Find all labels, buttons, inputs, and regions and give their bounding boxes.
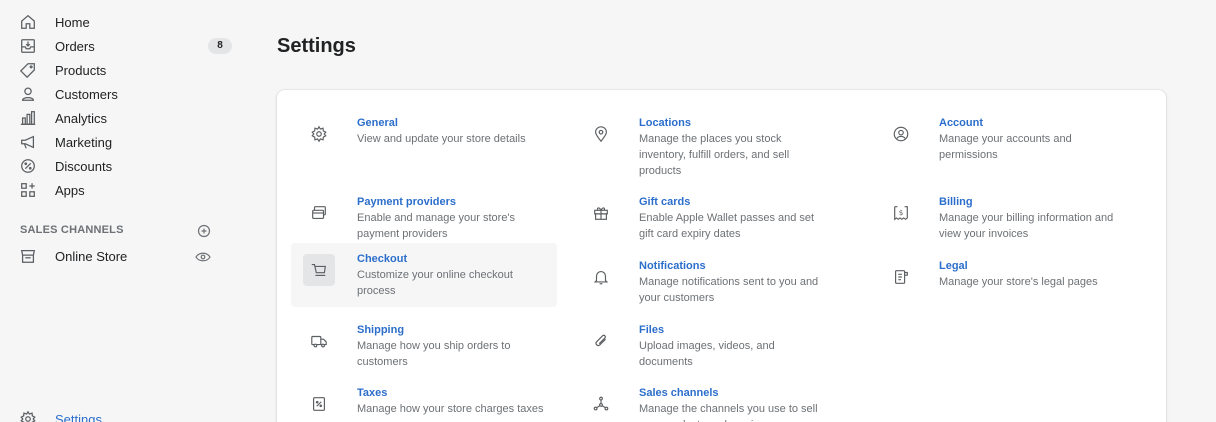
setting-sales-channels[interactable]: Sales channels Manage the channels you u… xyxy=(573,377,839,422)
sidebar-item-home[interactable]: Home xyxy=(18,10,228,34)
discount-icon xyxy=(18,156,38,176)
sidebar-item-apps[interactable]: Apps xyxy=(18,178,228,202)
location-pin-icon xyxy=(585,118,617,150)
analytics-icon xyxy=(18,108,38,128)
setting-description: Manage notifications sent to you and you… xyxy=(639,276,819,304)
sidebar-item-settings[interactable]: Settings xyxy=(18,407,228,422)
gear-icon xyxy=(303,118,335,150)
sidebar: Home Orders 8 Products Customers Analyti… xyxy=(0,0,232,422)
setting-billing[interactable]: $ Billing Manage your billing informatio… xyxy=(873,186,1139,250)
setting-description: Manage your billing information and view… xyxy=(939,212,1114,240)
home-icon xyxy=(18,12,38,32)
setting-checkout[interactable]: Checkout Customize your online checkout … xyxy=(291,243,557,307)
setting-title: Gift cards xyxy=(639,196,691,208)
sidebar-item-orders[interactable]: Orders 8 xyxy=(18,34,232,58)
gift-icon xyxy=(585,197,617,229)
tax-percent-icon xyxy=(303,388,335,420)
page-title: Settings xyxy=(277,35,356,57)
sidebar-item-label: Apps xyxy=(55,182,85,198)
setting-description: Upload images, videos, and documents xyxy=(639,340,775,368)
setting-title: General xyxy=(357,117,398,129)
setting-taxes[interactable]: Taxes Manage how your store charges taxe… xyxy=(291,377,557,422)
setting-locations[interactable]: Locations Manage the places you stock in… xyxy=(573,107,839,177)
bell-icon xyxy=(585,261,617,293)
setting-description: Manage your accounts and permissions xyxy=(939,133,1072,161)
setting-description: Enable and manage your store's payment p… xyxy=(357,212,516,240)
store-icon xyxy=(18,246,38,266)
sales-channels-icon xyxy=(585,388,617,420)
view-online-store-eye-icon[interactable] xyxy=(195,250,211,262)
setting-description: View and update your store details xyxy=(357,133,526,145)
setting-legal[interactable]: Legal Manage your store's legal pages xyxy=(873,250,1139,314)
setting-description: Manage the places you stock inventory, f… xyxy=(639,133,790,177)
setting-gift-cards[interactable]: Gift cards Enable Apple Wallet passes an… xyxy=(573,186,839,250)
sidebar-item-label: Discounts xyxy=(55,158,113,174)
sidebar-item-analytics[interactable]: Analytics xyxy=(18,106,228,130)
sidebar-item-label: Orders xyxy=(55,38,95,54)
sidebar-item-label: Settings xyxy=(55,411,102,422)
sidebar-item-marketing[interactable]: Marketing xyxy=(18,130,228,154)
tag-icon xyxy=(18,60,38,80)
setting-description: Manage how you ship orders to customers xyxy=(357,340,511,368)
setting-description: Enable Apple Wallet passes and set gift … xyxy=(639,212,815,240)
apps-icon xyxy=(18,180,38,200)
setting-description: Manage the channels you use to sell your… xyxy=(639,403,818,422)
settings-card: General View and update your store detai… xyxy=(277,90,1166,422)
setting-description: Manage your store's legal pages xyxy=(939,276,1098,288)
orders-icon xyxy=(18,36,38,56)
setting-title: Files xyxy=(639,324,665,336)
setting-account[interactable]: Account Manage your accounts and permiss… xyxy=(873,107,1139,171)
sidebar-item-label: Home xyxy=(55,14,90,30)
add-sales-channel-button[interactable] xyxy=(197,224,211,238)
legal-document-icon xyxy=(885,261,917,293)
cart-icon xyxy=(303,254,335,286)
sidebar-item-label: Customers xyxy=(55,86,118,102)
invoice-dollar-icon: $ xyxy=(885,197,917,229)
setting-title: Locations xyxy=(639,117,691,129)
setting-title: Payment providers xyxy=(357,196,457,208)
gear-icon xyxy=(18,409,38,422)
credit-card-icon xyxy=(303,197,335,229)
setting-title: Legal xyxy=(939,260,968,272)
customer-icon xyxy=(18,84,38,104)
setting-title: Shipping xyxy=(357,324,405,336)
paperclip-icon xyxy=(585,325,617,357)
profile-icon xyxy=(885,118,917,150)
setting-files[interactable]: Files Upload images, videos, and documen… xyxy=(573,314,839,378)
sidebar-item-discounts[interactable]: Discounts xyxy=(18,154,228,178)
sidebar-item-label: Analytics xyxy=(55,110,108,126)
megaphone-icon xyxy=(18,132,38,152)
orders-count-badge: 8 xyxy=(208,38,232,54)
setting-general[interactable]: General View and update your store detai… xyxy=(291,107,557,171)
sidebar-item-label: Marketing xyxy=(55,134,113,150)
setting-title: Checkout xyxy=(357,253,408,265)
sales-channels-heading: SALES CHANNELS xyxy=(20,224,124,236)
svg-text:$: $ xyxy=(899,208,904,217)
setting-description: Customize your online checkout process xyxy=(357,269,513,297)
sidebar-item-customers[interactable]: Customers xyxy=(18,82,228,106)
setting-shipping[interactable]: Shipping Manage how you ship orders to c… xyxy=(291,314,557,378)
sidebar-item-label: Products xyxy=(55,62,107,78)
setting-title: Notifications xyxy=(639,260,706,272)
sidebar-item-products[interactable]: Products xyxy=(18,58,228,82)
setting-title: Account xyxy=(939,117,983,129)
setting-description: Manage how your store charges taxes xyxy=(357,403,544,415)
setting-title: Taxes xyxy=(357,387,388,399)
setting-notifications[interactable]: Notifications Manage notifications sent … xyxy=(573,250,839,314)
setting-payment-providers[interactable]: Payment providers Enable and manage your… xyxy=(291,186,557,250)
sidebar-item-label: Online Store xyxy=(55,248,128,264)
setting-title: Billing xyxy=(939,196,973,208)
truck-icon xyxy=(303,325,335,357)
setting-title: Sales channels xyxy=(639,387,719,399)
